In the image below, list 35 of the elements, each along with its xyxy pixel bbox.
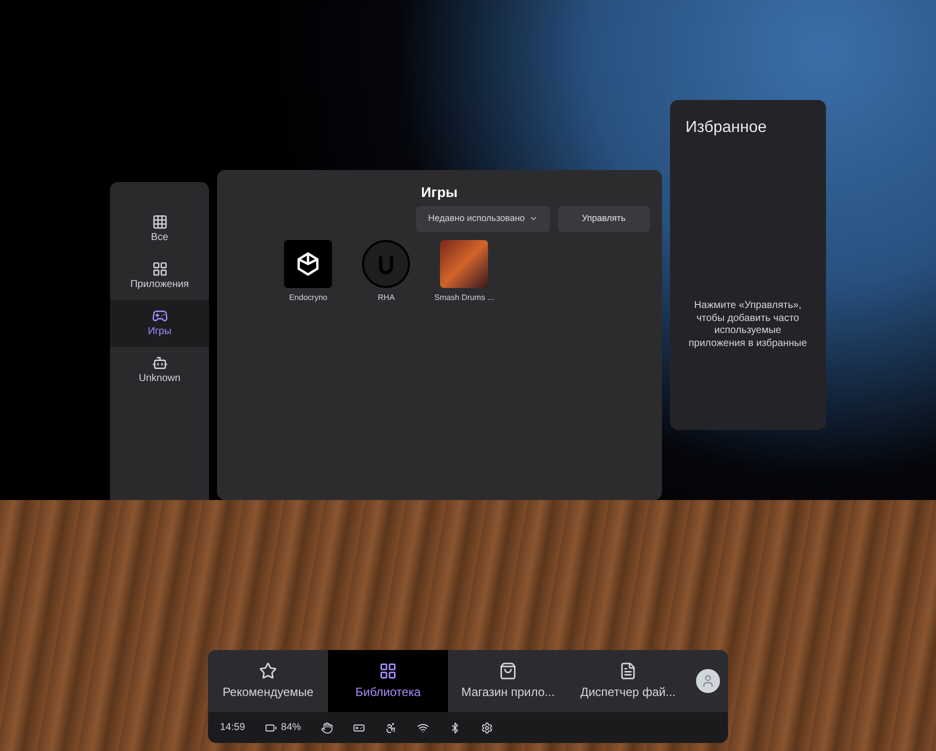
panel-title: Избранное [686,118,768,138]
controller-icon[interactable] [353,722,366,734]
sidebar-item[interactable]: Приложения [110,253,210,300]
dock-tab[interactable]: Магазин прило... [448,650,568,712]
cover-art-placeholder[interactable] [440,240,488,288]
sort-dropdown[interactable]: Недавно использовано [416,206,550,232]
manage-button[interactable]: Управлять [558,206,650,232]
sidebar-item[interactable]: Unknown [110,347,210,394]
dock-tab[interactable]: Рекомендуемые [208,650,328,712]
app-icon[interactable] [284,240,332,288]
sidebar-item[interactable]: Все [110,206,210,253]
battery-icon [265,722,278,734]
file-icon [619,662,637,680]
favorites-hint: Нажмите «Управлять», чтобы добавить часто используемые приложения в избранные [688,300,808,350]
star-icon [259,662,277,680]
settings-icon[interactable] [481,722,494,734]
hand-icon[interactable] [321,722,334,734]
figure-icon[interactable] [385,722,398,734]
sidebar-item[interactable]: Игры [110,300,210,347]
avatar-icon[interactable] [696,669,720,693]
wifi-icon[interactable] [417,722,430,734]
robot-icon [152,355,168,371]
panel-title: Игры [420,183,459,202]
app-name: Endocryno [289,292,328,304]
bag-icon [499,662,517,680]
tiles-icon [152,261,168,277]
app-name: Smash Drums ... [434,292,494,304]
app-name: RHA [378,292,395,304]
dock-tab[interactable]: Библиотека [328,650,448,712]
clock-time: 14:59 [220,721,246,735]
tiles-icon [379,662,397,680]
grid-icon [152,214,168,230]
gamepad-icon [152,308,168,324]
battery-percent: 84% [281,721,302,735]
dock-tab[interactable]: Диспетчер фай... [568,650,688,712]
